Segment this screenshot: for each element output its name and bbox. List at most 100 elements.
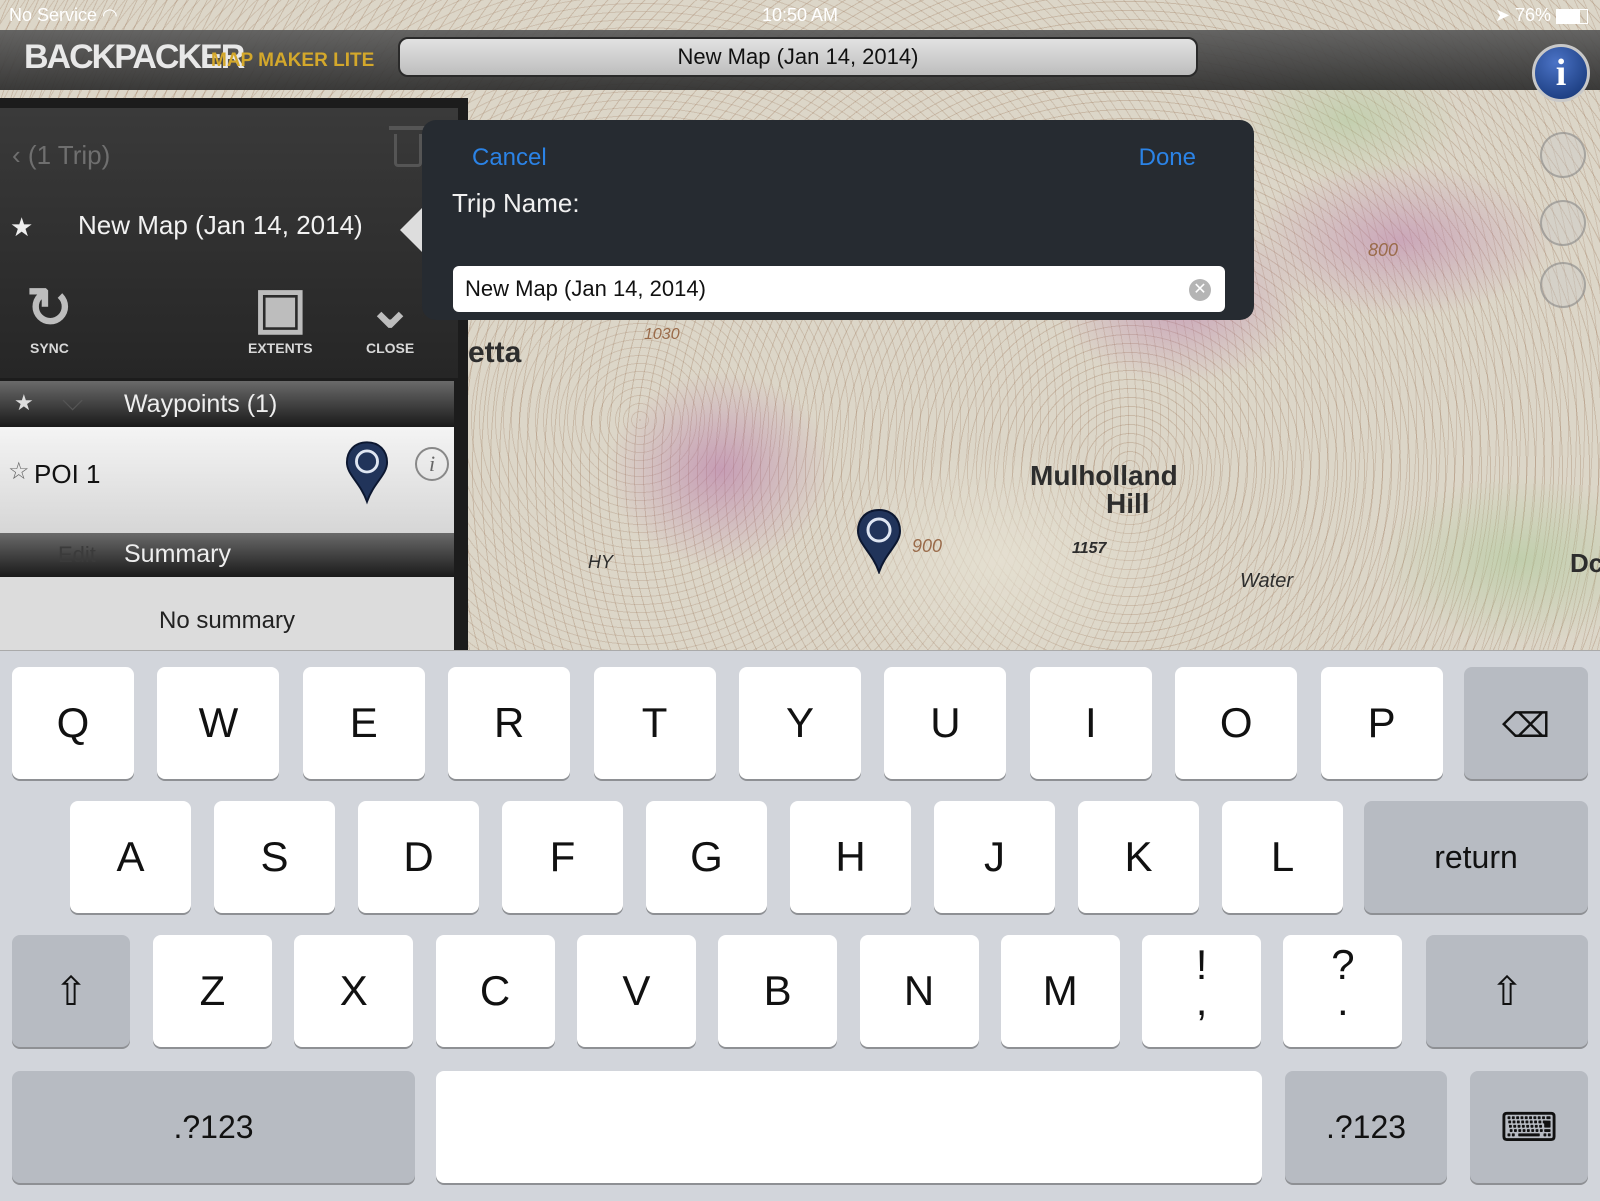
list-item[interactable]: ☆ POI 1 i: [0, 427, 454, 533]
key-char[interactable]: ? .: [1283, 935, 1403, 1047]
summary-body: No summary: [0, 577, 454, 650]
key-char[interactable]: M: [1000, 935, 1120, 1047]
info-icon[interactable]: i: [415, 447, 449, 481]
key-label: T: [641, 699, 668, 746]
key-label: .?123: [173, 1109, 254, 1145]
key-j[interactable]: J: [934, 801, 1055, 913]
key-char[interactable]: Z: [153, 935, 272, 1047]
map-title-field[interactable]: New Map (Jan 14, 2014): [398, 37, 1198, 77]
shift-icon: ⇧: [1490, 970, 1524, 1014]
map-label-road: HY: [588, 552, 614, 572]
trip-name[interactable]: New Map (Jan 14, 2014): [78, 210, 363, 241]
dismiss-keyboard-key[interactable]: ⌨: [1470, 1071, 1588, 1183]
numbers-key[interactable]: .?123: [1285, 1071, 1447, 1183]
shift-icon: ⇧: [54, 970, 88, 1014]
summary-title: Summary: [124, 540, 231, 568]
key-l[interactable]: L: [1222, 801, 1343, 913]
onscreen-keyboard: Q W E R T Y U I O P ⌫ A S D F G H J K Lreturn ⇧ Z X C V B N M ! , ? .…: [0, 650, 1600, 1201]
return-key[interactable]: return: [1364, 801, 1588, 913]
trip-name-input[interactable]: [453, 266, 1225, 312]
key-r[interactable]: R: [448, 667, 571, 779]
key-a[interactable]: A: [70, 801, 191, 913]
map-label-water: Water: [1240, 570, 1293, 592]
back-button[interactable]: ‹ (1 Trip): [12, 140, 110, 171]
extents-button[interactable]: ▣ EXTENTS: [248, 276, 313, 356]
key-char[interactable]: V: [576, 935, 696, 1047]
close-label: CLOSE: [366, 340, 415, 356]
key-label: V: [622, 967, 651, 1014]
key-g[interactable]: G: [646, 801, 767, 913]
key-f[interactable]: F: [502, 801, 623, 913]
waypoints-section-header[interactable]: ★ ⌵ Waypoints (1): [0, 381, 454, 427]
key-i[interactable]: I: [1029, 667, 1152, 779]
info-button[interactable]: i: [1532, 44, 1590, 102]
key-s[interactable]: S: [214, 801, 335, 913]
chevron-double-down-icon: ⌄: [366, 276, 414, 339]
backspace-icon: ⌫: [1501, 707, 1551, 745]
key-label: C: [479, 967, 511, 1014]
summary-edit-button[interactable]: Edit: [58, 542, 96, 568]
shift-key-right[interactable]: ⇧: [1426, 935, 1588, 1047]
layers-control-icon[interactable]: [1540, 262, 1586, 308]
star-icon[interactable]: ★: [10, 212, 33, 243]
key-label: D: [403, 833, 434, 880]
key-label: E: [349, 699, 378, 746]
key-label: M: [1042, 967, 1078, 1014]
map-label-contour: 900: [912, 536, 943, 556]
key-y[interactable]: Y: [739, 667, 861, 779]
key-e[interactable]: E: [302, 667, 425, 779]
trash-icon[interactable]: [389, 126, 427, 167]
key-label: .?123: [1325, 1109, 1407, 1145]
key-label: B: [763, 967, 792, 1014]
rename-trip-dialog: Cancel Done Trip Name: ✕: [422, 120, 1254, 320]
close-button[interactable]: ⌄ CLOSE: [366, 276, 414, 356]
key-t[interactable]: T: [593, 667, 716, 779]
key-label: Q: [56, 699, 90, 746]
key-label: F: [549, 833, 576, 880]
star-outline-icon[interactable]: ☆: [8, 457, 30, 486]
key-u[interactable]: U: [884, 667, 1007, 779]
map-label-elevation: 1157: [1072, 540, 1107, 557]
sync-icon: ↻: [26, 276, 73, 339]
key-p[interactable]: P: [1320, 667, 1443, 779]
compass-control-icon[interactable]: [1540, 132, 1586, 178]
key-char[interactable]: N: [859, 935, 979, 1047]
key-label: W: [198, 699, 239, 746]
shift-key-left[interactable]: ⇧: [12, 935, 130, 1047]
cancel-button[interactable]: Cancel: [472, 144, 547, 172]
clear-input-icon[interactable]: ✕: [1189, 279, 1211, 301]
key-label: K: [1124, 833, 1153, 880]
key-k[interactable]: K: [1078, 801, 1199, 913]
waypoint-pin-icon[interactable]: [856, 508, 902, 579]
popover-arrow: [400, 208, 422, 252]
sync-button[interactable]: ↻ SYNC: [26, 276, 73, 356]
backspace-key[interactable]: ⌫: [1464, 667, 1588, 779]
key-o[interactable]: O: [1175, 667, 1298, 779]
map-label-contour: 800: [1368, 240, 1399, 260]
space-key[interactable]: [436, 1071, 1262, 1183]
key-label: L: [1270, 833, 1295, 880]
map-label-place: Mulholland: [1030, 460, 1178, 491]
key-char[interactable]: B: [718, 935, 838, 1047]
poi-name: POI 1: [34, 459, 101, 489]
key-d[interactable]: D: [358, 801, 479, 913]
map-label-place: etta: [468, 336, 522, 369]
key-char[interactable]: X: [294, 935, 414, 1047]
map-label-place: Hill: [1106, 488, 1150, 519]
sync-label: SYNC: [30, 340, 69, 356]
key-h[interactable]: H: [790, 801, 911, 913]
key-char[interactable]: ! ,: [1142, 935, 1262, 1047]
done-button[interactable]: Done: [1139, 144, 1196, 172]
key-label: O: [1219, 699, 1253, 746]
chevron-left-icon: ‹: [12, 140, 21, 170]
key-label: ? .: [1331, 941, 1355, 1024]
locate-control-icon[interactable]: [1540, 200, 1586, 246]
brand-subtitle: MAP MAKER LITE: [211, 50, 375, 71]
map-label-contour: 1030: [644, 326, 680, 343]
numbers-key[interactable]: .?123: [12, 1071, 415, 1183]
key-w[interactable]: W: [157, 667, 280, 779]
key-label: X: [339, 967, 368, 1014]
key-q[interactable]: Q: [12, 667, 134, 779]
key-label: J: [984, 833, 1005, 880]
key-char[interactable]: C: [435, 935, 555, 1047]
